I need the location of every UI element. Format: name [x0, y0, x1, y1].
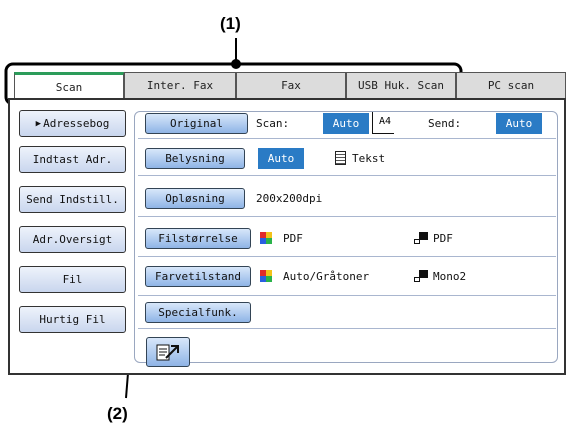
tab-inter-fax[interactable]: Inter. Fax — [124, 72, 236, 99]
resolution-button[interactable]: Opløsning — [145, 188, 245, 209]
send-label: Send: — [428, 117, 462, 130]
tab-usb-scan[interactable]: USB Huk. Scan — [346, 72, 456, 99]
row-divider — [138, 175, 556, 176]
selected-arrow-icon: ▶ — [35, 118, 42, 129]
scan-size-value: Auto — [323, 113, 369, 134]
sidebar-item-quick-file[interactable]: Hurtig Fil — [19, 306, 126, 333]
send-size-value: Auto — [496, 113, 542, 134]
color-mode-value: Auto/Gråtoner — [283, 270, 370, 283]
original-button[interactable]: Original — [145, 113, 248, 134]
color-file-format: PDF — [283, 232, 303, 245]
sidebar-item-address-review[interactable]: Adr.Oversigt — [19, 226, 126, 253]
scan-label: Scan: — [256, 117, 290, 130]
sidebar-item-enter-address[interactable]: Indtast Adr. — [19, 146, 126, 173]
sidebar-item-send-settings[interactable]: Send Indstill. — [19, 186, 126, 213]
preview-button[interactable] — [146, 337, 190, 367]
mono-file-format: PDF — [433, 232, 453, 245]
mono-mode-value: Mono2 — [433, 270, 467, 283]
paper-size-indicator: A4 — [372, 112, 394, 134]
color-mode-button[interactable]: Farvetilstand — [145, 266, 251, 287]
sidebar-item-file[interactable]: Fil — [19, 266, 126, 293]
color-mode-icon — [260, 270, 272, 282]
exposure-button[interactable]: Belysning — [145, 148, 245, 169]
row-divider — [138, 328, 556, 329]
exposure-mode: Tekst — [352, 152, 386, 165]
sidebar-item-address-book[interactable]: ▶ Adressebog — [19, 110, 126, 137]
row-divider — [138, 295, 556, 296]
tab-fax[interactable]: Fax — [236, 72, 346, 99]
file-format-button[interactable]: Filstørrelse — [145, 228, 251, 249]
row-divider — [138, 256, 556, 257]
mono-mode-icon — [414, 270, 428, 282]
tab-scan[interactable]: Scan — [14, 72, 124, 99]
row-divider — [138, 216, 556, 217]
resolution-value: 200x200dpi — [256, 192, 323, 205]
row-divider — [138, 138, 556, 139]
exposure-value: Auto — [258, 148, 304, 169]
paper-size-label: A4 — [379, 116, 392, 127]
sidebar-item-label: Adressebog — [43, 117, 110, 130]
preview-icon — [156, 344, 179, 361]
document-icon — [335, 151, 346, 165]
special-modes-button[interactable]: Specialfunk. — [145, 302, 251, 323]
tab-pc-scan[interactable]: PC scan — [456, 72, 566, 99]
color-mode-icon — [260, 232, 272, 244]
mono-mode-icon — [414, 232, 428, 244]
